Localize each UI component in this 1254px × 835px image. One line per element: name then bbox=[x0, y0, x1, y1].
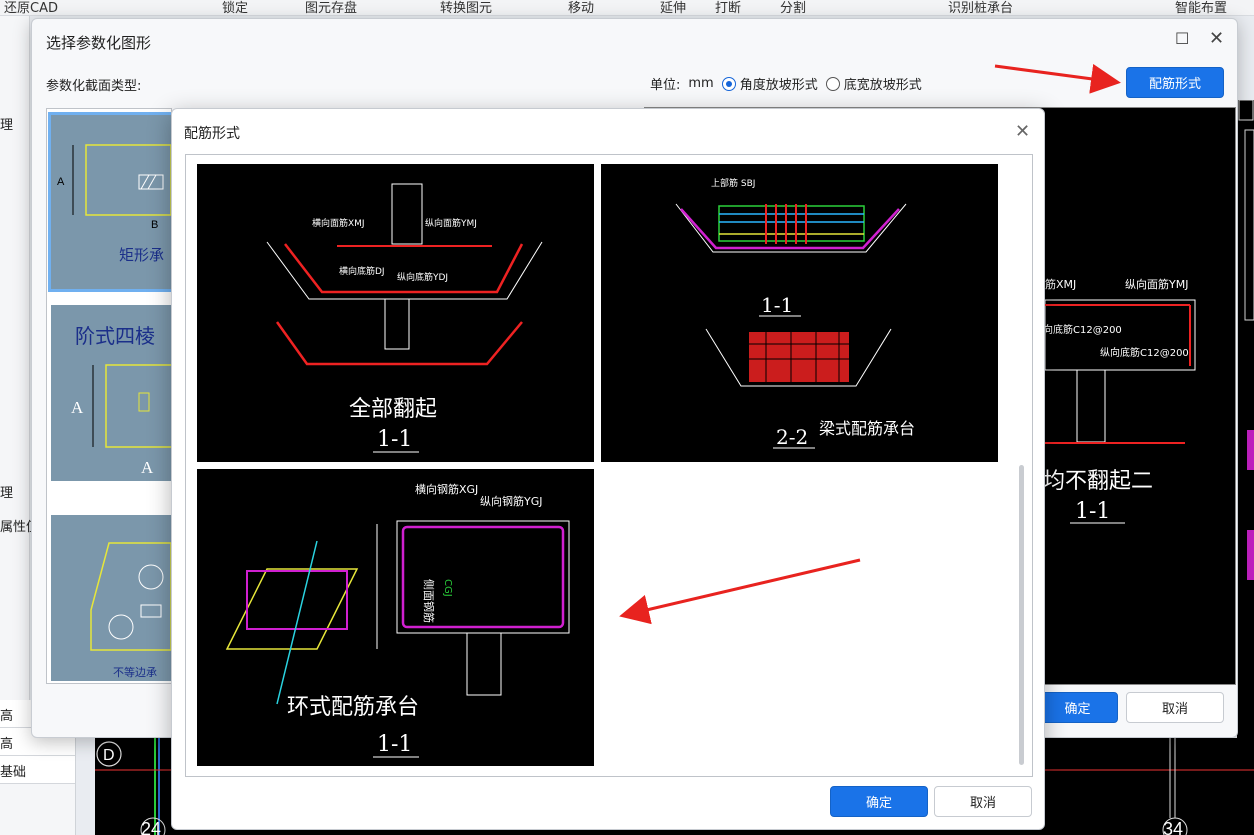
option-section-2: 2-2 bbox=[776, 425, 808, 449]
svg-text:上部筋 SBJ: 上部筋 SBJ bbox=[711, 177, 755, 189]
svg-text:纵向钢筋YGJ: 纵向钢筋YGJ bbox=[480, 494, 543, 508]
svg-text:筋XMJ: 筋XMJ bbox=[1045, 277, 1076, 291]
svg-text:侧面钢筋: 侧面钢筋 bbox=[422, 579, 436, 623]
rebar-option-grid: 横向面筋XMJ 纵向面筋YMJ 横向底筋DJ 纵向底筋YDJ 全部翻起 1-1 … bbox=[185, 154, 1033, 777]
svg-text:34: 34 bbox=[1163, 819, 1183, 835]
left-label: 理 bbox=[0, 118, 14, 133]
radio-bottom-width-slope-label[interactable]: 底宽放坡形式 bbox=[844, 74, 922, 93]
toolbar-identify-pile-cap[interactable]: 识别桩承台 bbox=[948, 0, 1013, 15]
close-icon[interactable]: ✕ bbox=[1015, 121, 1030, 142]
svg-text:CGJ: CGJ bbox=[442, 579, 453, 597]
rebar-form-dialog: 配筋形式 ✕ 横向面筋XMJ 纵向面筋YMJ 横向底筋DJ 纵向底筋YDJ 全部… bbox=[171, 108, 1045, 830]
option-section: 1-1 bbox=[761, 293, 793, 317]
svg-text:横向底筋DJ: 横向底筋DJ bbox=[339, 265, 385, 277]
dialog-title: 配筋形式 bbox=[184, 126, 240, 142]
property-row[interactable]: 基础 bbox=[0, 756, 75, 784]
option-label: 全部翻起 bbox=[349, 397, 437, 422]
toolbar-split[interactable]: 分割 bbox=[780, 0, 806, 15]
svg-text:纵向面筋YMJ: 纵向面筋YMJ bbox=[1125, 277, 1188, 291]
svg-text:纵向面筋YMJ: 纵向面筋YMJ bbox=[425, 217, 477, 229]
toolbar-save-element[interactable]: 图元存盘 bbox=[305, 0, 357, 15]
toolbar-break[interactable]: 打断 bbox=[715, 0, 741, 15]
maximize-icon[interactable]: ☐ bbox=[1175, 29, 1189, 48]
option-section: 1-1 bbox=[377, 732, 412, 757]
rebar-form-button[interactable]: 配筋形式 bbox=[1126, 67, 1224, 98]
inner-cancel-button[interactable]: 取消 bbox=[934, 786, 1032, 817]
toolbar-extend[interactable]: 延伸 bbox=[660, 0, 686, 15]
option-label: 环式配筋承台 bbox=[287, 695, 419, 720]
toolbar-lock[interactable]: 锁定 bbox=[222, 0, 248, 15]
type-card-stepped[interactable]: 阶式四棱 A A bbox=[51, 305, 171, 481]
radio-angle-slope[interactable] bbox=[721, 76, 736, 91]
radio-bottom-width-slope[interactable] bbox=[825, 76, 840, 91]
inner-ok-button[interactable]: 确定 bbox=[830, 786, 928, 817]
svg-text:横向面筋XMJ: 横向面筋XMJ bbox=[312, 217, 365, 229]
left-label: 理 bbox=[0, 486, 14, 501]
type-card-rectangle[interactable]: A B 矩形承 bbox=[48, 112, 171, 292]
dialog-title: 选择参数化图形 bbox=[46, 34, 152, 52]
outer-cancel-button[interactable]: 取消 bbox=[1126, 692, 1224, 723]
svg-text:横向钢筋XGJ: 横向钢筋XGJ bbox=[415, 482, 478, 496]
outer-ok-button[interactable]: 确定 bbox=[1037, 692, 1118, 723]
scrollbar[interactable] bbox=[1019, 465, 1024, 765]
toolbar-move[interactable]: 移动 bbox=[568, 0, 594, 15]
unit-value: mm bbox=[688, 76, 714, 91]
preview-caption: 均不翻起二 bbox=[1043, 469, 1153, 494]
section-type-list: A B 矩形承 阶式四棱 A A 不等边承 bbox=[46, 108, 172, 684]
rebar-option-beam[interactable]: 上部筋 SBJ 1-1 2-2 梁式配筋承台 bbox=[601, 164, 998, 462]
svg-text:纵向底筋YDJ: 纵向底筋YDJ bbox=[397, 271, 448, 283]
radio-angle-slope-label[interactable]: 角度放坡形式 bbox=[740, 74, 818, 93]
app-toolbar: 还原CAD 锁定 图元存盘 转换图元 移动 延伸 打断 分割 识别桩承台 智能布… bbox=[0, 0, 1254, 16]
type-card-label: 矩形承 bbox=[119, 246, 164, 264]
rebar-option-all-bent[interactable]: 横向面筋XMJ 纵向面筋YMJ 横向底筋DJ 纵向底筋YDJ 全部翻起 1-1 bbox=[197, 164, 594, 462]
svg-text:A: A bbox=[71, 398, 84, 417]
type-card-label: 不等边承 bbox=[113, 665, 157, 679]
section-type-label: 参数化截面类型: bbox=[46, 79, 142, 94]
unit-options: 单位: mm 角度放坡形式 底宽放坡形式 bbox=[650, 74, 922, 93]
svg-text:B: B bbox=[151, 219, 158, 231]
rebar-option-ring[interactable]: 横向钢筋XGJ 纵向钢筋YGJ 侧面钢筋 CGJ 环式配筋承台 1-1 bbox=[197, 469, 594, 766]
svg-text:24: 24 bbox=[141, 819, 161, 835]
type-card-unequal[interactable]: 不等边承 bbox=[51, 515, 171, 681]
preview-section: 1-1 bbox=[1075, 499, 1110, 524]
toolbar-smart-layout[interactable]: 智能布置 bbox=[1175, 0, 1227, 15]
svg-text:A: A bbox=[141, 458, 154, 477]
svg-text:A: A bbox=[57, 176, 65, 188]
svg-text:向底筋C12@200: 向底筋C12@200 bbox=[1043, 323, 1122, 336]
option-section: 1-1 bbox=[377, 427, 412, 452]
toolbar-convert-element[interactable]: 转换图元 bbox=[440, 0, 492, 15]
close-icon[interactable]: ✕ bbox=[1209, 28, 1224, 49]
unit-label: 单位: bbox=[650, 78, 681, 93]
cad-canvas-right bbox=[1237, 99, 1254, 740]
option-label: 梁式配筋承台 bbox=[819, 419, 915, 438]
svg-text:纵向底筋C12@200: 纵向底筋C12@200 bbox=[1100, 346, 1189, 359]
axis-label: D bbox=[103, 747, 115, 764]
type-card-label: 阶式四棱 bbox=[75, 324, 155, 348]
toolbar-restore-cad[interactable]: 还原CAD bbox=[4, 0, 58, 15]
